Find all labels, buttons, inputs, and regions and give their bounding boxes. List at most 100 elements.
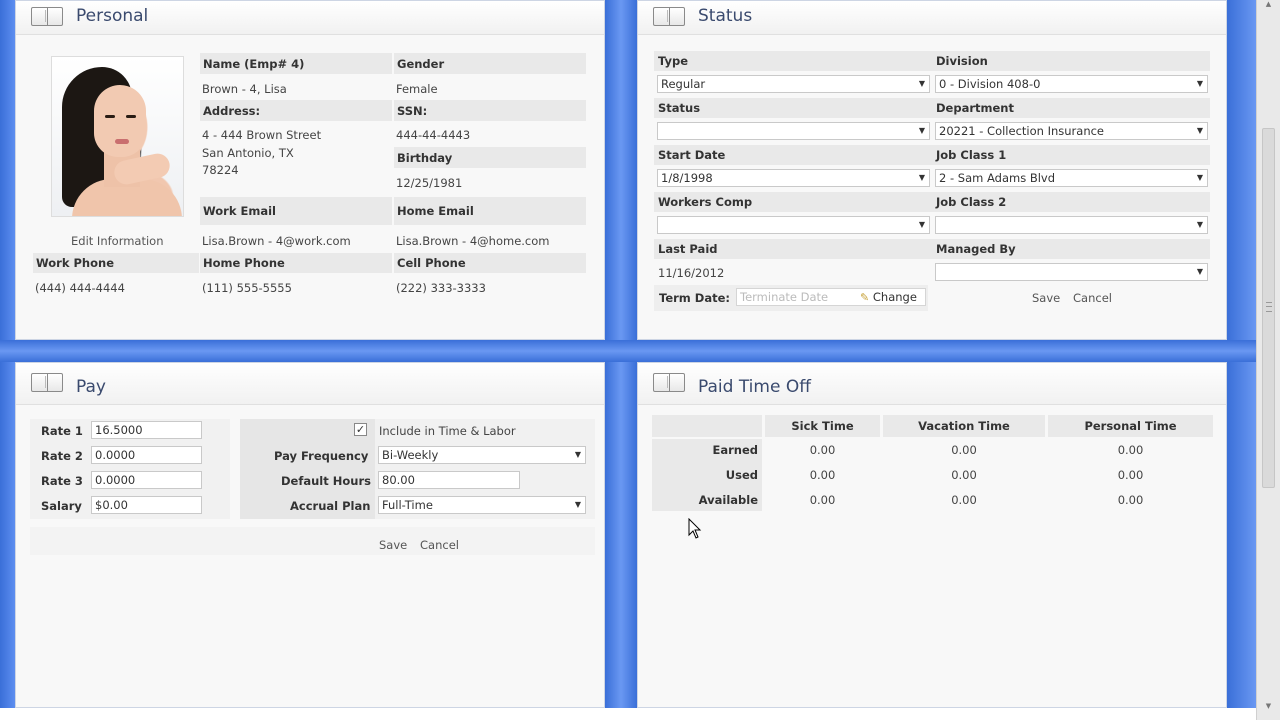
include-time-labor-checkbox[interactable]: ✓ bbox=[354, 423, 367, 436]
salary-input[interactable]: $0.00 bbox=[91, 496, 202, 514]
term-date-label: Term Date: bbox=[659, 291, 730, 305]
job-class2-select[interactable]: ▼ bbox=[935, 216, 1208, 234]
job-class2-label: Job Class 2 bbox=[936, 195, 1007, 209]
department-select[interactable]: 20221 - Collection Insurance ▼ bbox=[935, 122, 1208, 140]
term-date-placeholder: Terminate Date bbox=[740, 290, 829, 304]
status-panel: Status Type Division Regular ▼ 0 - Divisi… bbox=[637, 0, 1227, 340]
home-phone-value: (111) 555-5555 bbox=[202, 281, 292, 295]
chevron-down-icon: ▼ bbox=[1196, 267, 1203, 276]
job-class1-select[interactable]: 2 - Sam Adams Blvd ▼ bbox=[935, 169, 1208, 187]
home-email-label: Home Email bbox=[397, 204, 474, 218]
pto-cell: 0.00 bbox=[1117, 468, 1144, 482]
workers-comp-label: Workers Comp bbox=[658, 195, 753, 209]
rate3-label: Rate 3 bbox=[41, 474, 83, 488]
gender-value: Female bbox=[396, 82, 438, 96]
work-email-value: Lisa.Brown - 4@work.com bbox=[202, 234, 351, 248]
background-band bbox=[0, 340, 1256, 362]
chevron-down-icon: ▼ bbox=[1196, 220, 1203, 229]
chevron-down-icon: ▼ bbox=[918, 220, 925, 229]
address-label: Address: bbox=[203, 104, 261, 118]
chevron-down-icon: ▼ bbox=[918, 126, 925, 135]
last-paid-label: Last Paid bbox=[658, 242, 718, 256]
book-icon bbox=[653, 373, 685, 392]
work-phone-value: (444) 444-4444 bbox=[35, 281, 125, 295]
pay-frequency-label: Pay Frequency bbox=[274, 449, 369, 463]
status-select[interactable]: ▼ bbox=[657, 122, 930, 140]
pto-row-label: Used bbox=[725, 468, 758, 482]
address-line2: San Antonio, TX bbox=[202, 146, 294, 160]
division-select[interactable]: 0 - Division 408-0 ▼ bbox=[935, 75, 1208, 93]
name-label: Name (Emp# 4) bbox=[203, 57, 305, 71]
default-hours-input[interactable]: 80.00 bbox=[378, 471, 520, 489]
pto-cell: 0.00 bbox=[951, 493, 977, 507]
pay-panel-header: Pay bbox=[16, 363, 604, 405]
pto-cell: 0.00 bbox=[809, 468, 836, 482]
name-value: Brown - 4, Lisa bbox=[202, 82, 287, 96]
change-button[interactable]: ✎ Change bbox=[860, 290, 917, 304]
change-label: Change bbox=[872, 290, 917, 304]
pay-frequency-select[interactable]: Bi-Weekly ▼ bbox=[378, 446, 586, 464]
book-icon bbox=[653, 7, 685, 26]
pto-column-header: Vacation Time bbox=[918, 419, 1010, 433]
department-label: Department bbox=[936, 101, 1014, 115]
status-panel-header: Status bbox=[638, 1, 1226, 35]
mouse-pointer-icon bbox=[688, 518, 702, 539]
pto-cell: 0.00 bbox=[1117, 443, 1144, 457]
book-icon bbox=[31, 373, 63, 392]
pto-row-label: Earned bbox=[712, 443, 758, 457]
pto-panel-header: Paid Time Off bbox=[638, 363, 1226, 405]
cell-phone-value: (222) 333-3333 bbox=[396, 281, 486, 295]
rate2-input[interactable]: 0.0000 bbox=[91, 446, 202, 464]
chevron-down-icon: ▼ bbox=[574, 450, 581, 459]
chevron-down-icon: ▼ bbox=[918, 173, 925, 182]
pto-row-label: Available bbox=[698, 493, 758, 507]
chevron-down-icon: ▼ bbox=[1196, 173, 1203, 182]
pto-column-header: Personal Time bbox=[1084, 419, 1177, 433]
type-select[interactable]: Regular ▼ bbox=[657, 75, 930, 93]
workers-comp-select[interactable]: ▼ bbox=[657, 216, 930, 234]
pto-panel: Paid Time Off Sick Time Vacation Time Pe… bbox=[637, 362, 1227, 708]
edit-information-link[interactable]: Edit Information bbox=[71, 234, 164, 248]
employee-photo bbox=[51, 56, 184, 217]
birthday-label: Birthday bbox=[397, 151, 453, 165]
address-line3: 78224 bbox=[202, 163, 239, 177]
panel-title: Personal bbox=[76, 6, 149, 26]
rate3-input[interactable]: 0.0000 bbox=[91, 471, 202, 489]
personal-panel: Personal Edit Information Name (Emp# 4) … bbox=[15, 0, 605, 340]
chevron-down-icon: ▼ bbox=[1196, 79, 1203, 88]
pay-panel: Pay Rate 1 16.5000 Rate 2 0.0000 Rate 3 … bbox=[15, 362, 605, 708]
panel-title: Paid Time Off bbox=[698, 377, 811, 397]
birthday-value: 12/25/1981 bbox=[396, 176, 463, 190]
work-email-label: Work Email bbox=[203, 204, 276, 218]
accrual-plan-select[interactable]: Full-Time ▼ bbox=[378, 496, 586, 514]
start-date-select[interactable]: 1/8/1998 ▼ bbox=[657, 169, 930, 187]
managed-by-select[interactable]: ▼ bbox=[935, 263, 1208, 281]
cell-phone-label: Cell Phone bbox=[397, 256, 466, 270]
accrual-plan-label: Accrual Plan bbox=[290, 499, 371, 513]
chevron-down-icon: ▼ bbox=[1196, 126, 1203, 135]
work-phone-label: Work Phone bbox=[36, 256, 115, 270]
job-class1-label: Job Class 1 bbox=[936, 148, 1007, 162]
scrollbar-grip-icon bbox=[1266, 302, 1272, 312]
pto-cell: 0.00 bbox=[1117, 493, 1144, 507]
managed-by-label: Managed By bbox=[936, 242, 1016, 256]
include-time-labor-label: Include in Time & Labor bbox=[379, 424, 516, 438]
rate1-input[interactable]: 16.5000 bbox=[91, 421, 202, 439]
home-phone-label: Home Phone bbox=[203, 256, 285, 270]
background-bottom bbox=[0, 708, 1256, 720]
pencil-icon: ✎ bbox=[860, 291, 870, 304]
division-label: Division bbox=[936, 54, 988, 68]
book-icon bbox=[31, 7, 63, 26]
rate1-label: Rate 1 bbox=[41, 424, 83, 438]
scroll-down-icon[interactable]: ▼ bbox=[1262, 702, 1275, 716]
pto-cell: 0.00 bbox=[809, 443, 836, 457]
pay-cancel-button[interactable]: Cancel bbox=[420, 538, 459, 552]
chevron-down-icon: ▼ bbox=[918, 79, 925, 88]
status-save-button[interactable]: Save bbox=[1032, 291, 1060, 305]
panel-title: Status bbox=[698, 6, 753, 26]
pay-save-button[interactable]: Save bbox=[379, 538, 407, 552]
default-hours-label: Default Hours bbox=[281, 474, 371, 488]
status-cancel-button[interactable]: Cancel bbox=[1073, 291, 1112, 305]
last-paid-value: 11/16/2012 bbox=[658, 266, 725, 280]
scroll-up-icon[interactable]: ▲ bbox=[1262, 0, 1275, 14]
